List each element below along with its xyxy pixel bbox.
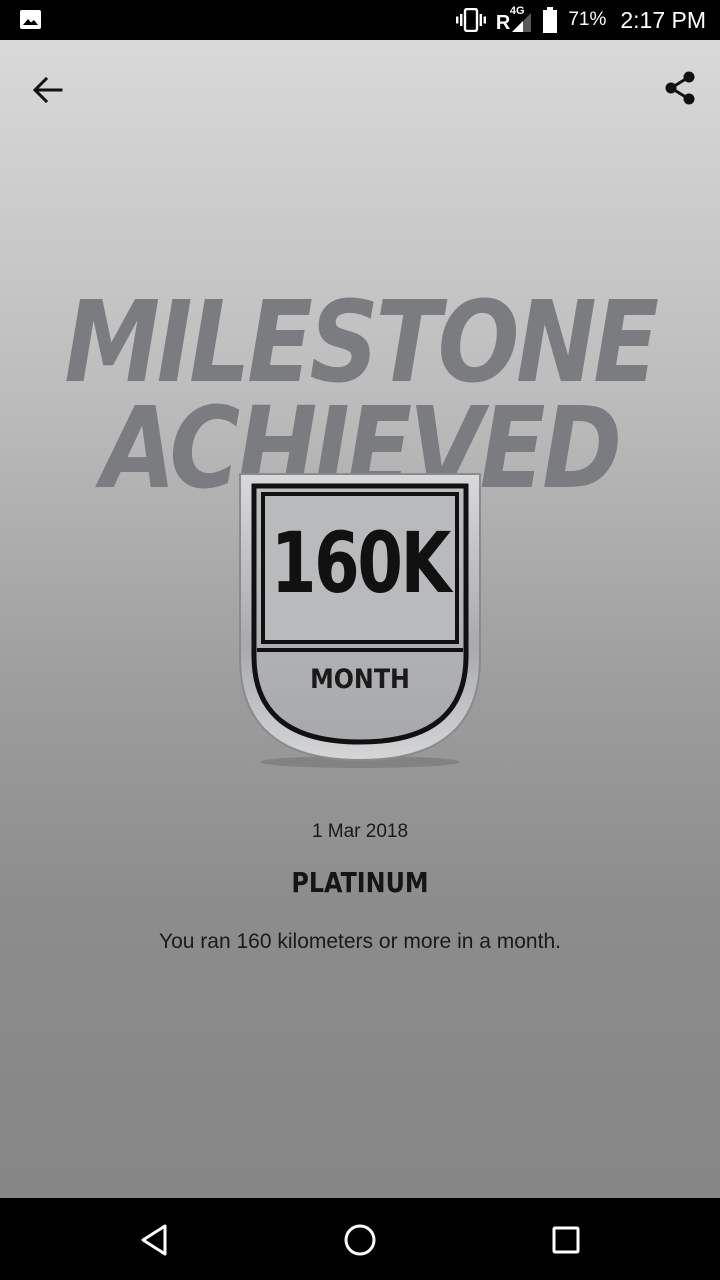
roaming-indicator: R [495,12,511,34]
share-button[interactable] [658,66,702,110]
vibrate-icon [455,8,486,32]
status-icons: R 4G 71% 2:17 PM [455,0,706,40]
nav-home-icon [344,1224,376,1256]
nav-back-icon [141,1224,167,1256]
back-button[interactable] [26,68,70,112]
arrow-back-icon [33,77,63,103]
status-clock: 2:17 PM [620,6,706,33]
nav-home-button[interactable] [338,1218,382,1262]
badge-period: MONTH [310,664,410,695]
image-notification-icon [20,10,41,29]
nav-recents-button[interactable] [544,1218,588,1262]
achievement-level: PLATINUM [291,866,429,899]
milestone-badge: 160K MONTH [234,468,486,768]
signal-indicator: R 4G [495,5,532,34]
battery-percent: 71% [568,9,607,30]
network-type: 4G [509,5,525,17]
achievement-date: 1 Mar 2018 [311,821,409,842]
badge-value: 160K [270,514,452,612]
milestone-screen: MILESTONE ACHIEVED 160K MONTH 1 Mar 2018… [0,40,720,1198]
battery-icon [543,7,558,33]
status-bar: R 4G 71% 2:17 PM [0,0,720,40]
achievement-description: You ran 160 kilometers or more in a mont… [159,930,561,953]
nav-recents-icon [552,1226,580,1254]
shield-badge-icon [239,473,481,768]
navigation-bar [0,1198,720,1280]
share-icon [665,71,695,105]
nav-back-button[interactable] [132,1218,176,1262]
headline-line-1: MILESTONE [64,278,659,408]
